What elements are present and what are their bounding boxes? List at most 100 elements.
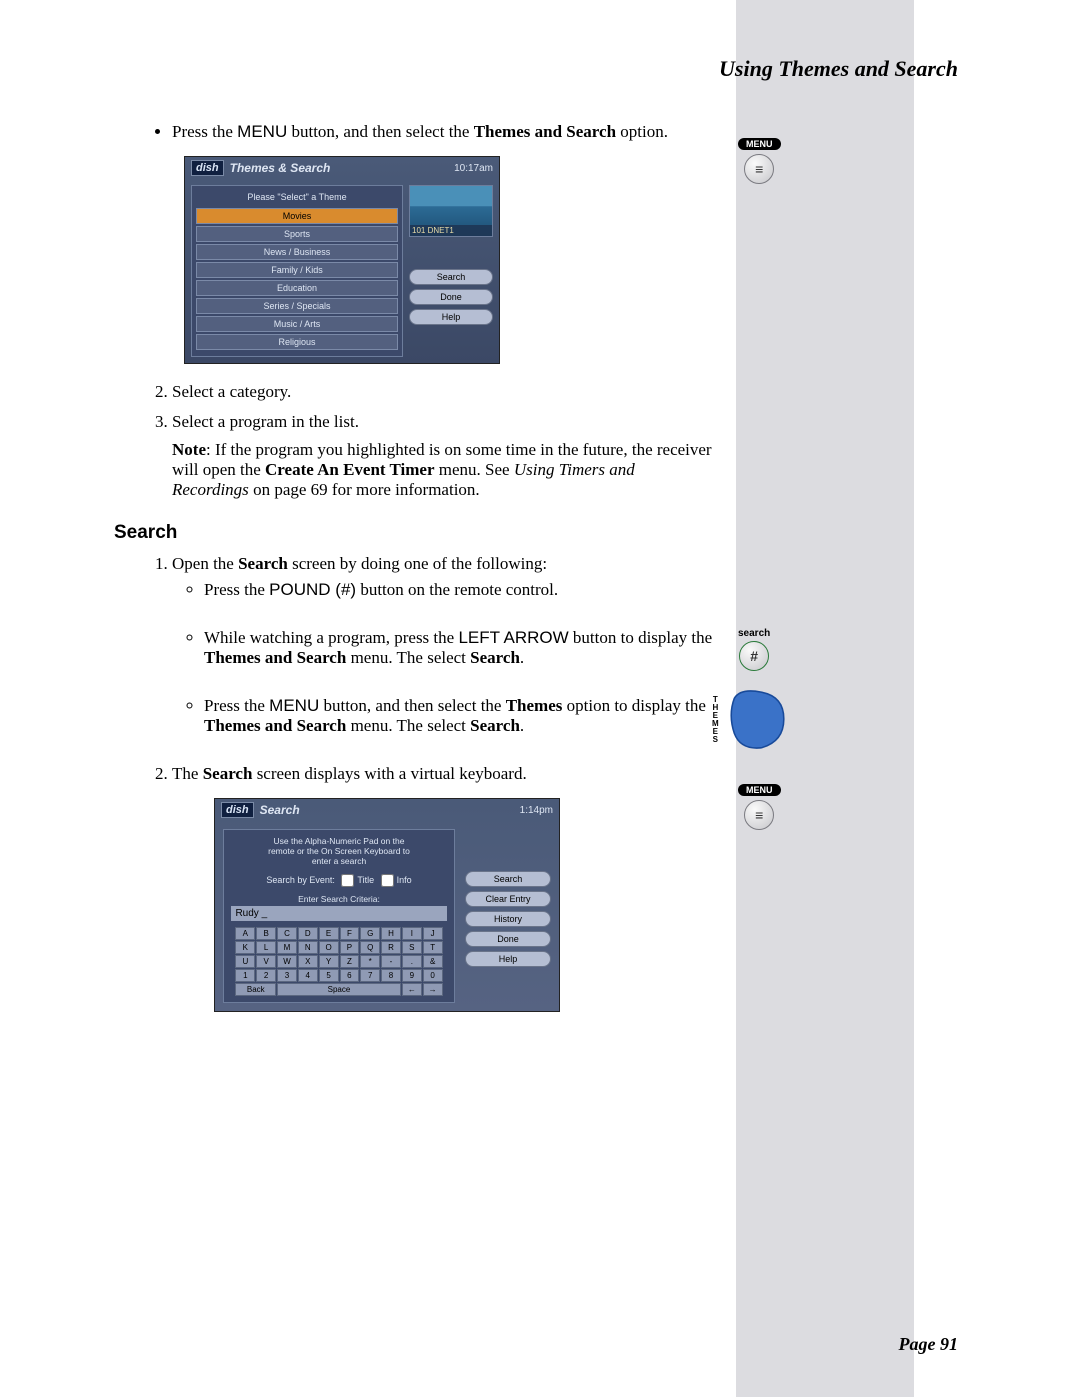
search-input[interactable]: Rudy _ — [231, 906, 446, 921]
dish-logo: dish — [191, 160, 224, 176]
theme-item-movies[interactable]: Movies — [196, 208, 398, 224]
step-3: Select a program in the list. Note: If t… — [172, 412, 714, 500]
theme-item-news[interactable]: News / Business — [196, 244, 398, 260]
kb-right-arrow-key[interactable]: → — [423, 983, 443, 996]
shot1-help-button[interactable]: Help — [409, 309, 493, 325]
kb-key[interactable]: 6 — [340, 969, 360, 982]
hash-round-button: # — [739, 641, 769, 671]
menu-round-button: ≡ — [744, 154, 774, 184]
info-checkbox[interactable] — [381, 874, 394, 887]
shot1-title: Themes & Search — [230, 161, 331, 175]
kb-key[interactable]: K — [235, 941, 255, 954]
theme-item-series[interactable]: Series / Specials — [196, 298, 398, 314]
kb-key[interactable]: 3 — [277, 969, 297, 982]
kb-key[interactable]: A — [235, 927, 255, 940]
step-2: Select a category. — [172, 382, 714, 402]
menu-pill-label: MENU — [738, 138, 781, 150]
keyboard-panel: Use the Alpha-Numeric Pad on the remote … — [223, 829, 455, 1003]
kb-space-key[interactable]: Space — [277, 983, 401, 996]
shot2-clear-button[interactable]: Clear Entry — [465, 891, 551, 907]
theme-list-panel: Please "Select" a Theme Movies Sports Ne… — [191, 185, 403, 357]
onscreen-keyboard: A B C D E F G H I J K L M N O — [235, 927, 442, 996]
kb-key[interactable]: M — [277, 941, 297, 954]
kb-key[interactable]: C — [277, 927, 297, 940]
search-step-1: Open the Search screen by doing one of t… — [172, 554, 714, 736]
kb-key[interactable]: & — [423, 955, 443, 968]
shot1-done-button[interactable]: Done — [409, 289, 493, 305]
kb-key[interactable]: F — [340, 927, 360, 940]
theme-item-education[interactable]: Education — [196, 280, 398, 296]
kb-key[interactable]: L — [256, 941, 276, 954]
search-by-row: Search by Event: Title Info — [230, 871, 448, 890]
shot2-history-button[interactable]: History — [465, 911, 551, 927]
kb-key[interactable]: 1 — [235, 969, 255, 982]
kb-key[interactable]: R — [381, 941, 401, 954]
kb-back-key[interactable]: Back — [235, 983, 276, 996]
margin-search-icon: search # — [738, 628, 770, 671]
kb-key[interactable]: J — [423, 927, 443, 940]
kb-key[interactable]: 2 — [256, 969, 276, 982]
kb-key[interactable]: D — [298, 927, 318, 940]
theme-item-music[interactable]: Music / Arts — [196, 316, 398, 332]
shot2-done-button[interactable]: Done — [465, 931, 551, 947]
search-keyboard-screenshot: dish Search 1:14pm Use the Alpha-Numeric… — [214, 798, 560, 1012]
kb-key[interactable]: E — [319, 927, 339, 940]
search-bullet-menu: Press the MENU button, and then select t… — [204, 696, 714, 736]
manual-page: Using Themes and Search Page 91 MENU ≡ s… — [0, 0, 1080, 1397]
margin-menu-icon-1: MENU ≡ — [738, 132, 781, 184]
kb-key[interactable]: I — [402, 927, 422, 940]
criteria-label: Enter Search Criteria: — [230, 894, 448, 904]
kb-key[interactable]: 9 — [402, 969, 422, 982]
kb-key[interactable]: O — [319, 941, 339, 954]
kb-key[interactable]: X — [298, 955, 318, 968]
video-preview: 101 DNET1 — [409, 185, 493, 237]
kb-key[interactable]: S — [402, 941, 422, 954]
search-bullet-leftarrow: While watching a program, press the LEFT… — [204, 628, 714, 668]
dish-logo-2: dish — [221, 802, 254, 818]
kb-key[interactable]: 8 — [381, 969, 401, 982]
theme-item-family[interactable]: Family / Kids — [196, 262, 398, 278]
kb-key[interactable]: . — [402, 955, 422, 968]
search-step-2: The Search screen displays with a virtua… — [172, 764, 714, 784]
search-heading: Search — [114, 522, 714, 544]
channel-label: 101 DNET1 — [410, 225, 492, 236]
kb-key[interactable]: G — [360, 927, 380, 940]
kb-key[interactable]: W — [277, 955, 297, 968]
kb-key[interactable]: H — [381, 927, 401, 940]
page-header-title: Using Themes and Search — [719, 56, 958, 82]
kb-key[interactable]: 5 — [319, 969, 339, 982]
shot2-title: Search — [260, 803, 300, 817]
kb-left-arrow-key[interactable]: ← — [402, 983, 422, 996]
main-content: Press the MENU button, and then select t… — [114, 122, 714, 1022]
shot2-help-button[interactable]: Help — [465, 951, 551, 967]
theme-item-religious[interactable]: Religious — [196, 334, 398, 350]
kb-msg: Use the Alpha-Numeric Pad on the remote … — [230, 836, 448, 867]
search-small-label: search — [738, 628, 770, 639]
kb-key[interactable]: Q — [360, 941, 380, 954]
kb-key[interactable]: B — [256, 927, 276, 940]
kb-key[interactable]: V — [256, 955, 276, 968]
kb-key[interactable]: 7 — [360, 969, 380, 982]
note-block: Note: If the program you highlighted is … — [172, 440, 714, 500]
shot1-search-button[interactable]: Search — [409, 269, 493, 285]
kb-key[interactable]: 4 — [298, 969, 318, 982]
kb-key[interactable]: - — [381, 955, 401, 968]
theme-item-sports[interactable]: Sports — [196, 226, 398, 242]
kb-key[interactable]: U — [235, 955, 255, 968]
menu-round-button-2: ≡ — [744, 800, 774, 830]
margin-menu-icon-2: MENU ≡ — [738, 778, 781, 830]
menu-pill-label-2: MENU — [738, 784, 781, 796]
theme-caption: Please "Select" a Theme — [196, 192, 398, 202]
kb-key[interactable]: Y — [319, 955, 339, 968]
kb-key[interactable]: P — [340, 941, 360, 954]
kb-key[interactable]: N — [298, 941, 318, 954]
kb-key[interactable]: T — [423, 941, 443, 954]
page-number: Page 91 — [899, 1334, 958, 1355]
kb-key[interactable]: * — [360, 955, 380, 968]
title-checkbox[interactable] — [341, 874, 354, 887]
kb-key[interactable]: 0 — [423, 969, 443, 982]
margin-themes-blob: THEMES — [726, 682, 788, 760]
kb-key[interactable]: Z — [340, 955, 360, 968]
intro-bullet: Press the MENU button, and then select t… — [172, 122, 714, 142]
shot2-search-button[interactable]: Search — [465, 871, 551, 887]
